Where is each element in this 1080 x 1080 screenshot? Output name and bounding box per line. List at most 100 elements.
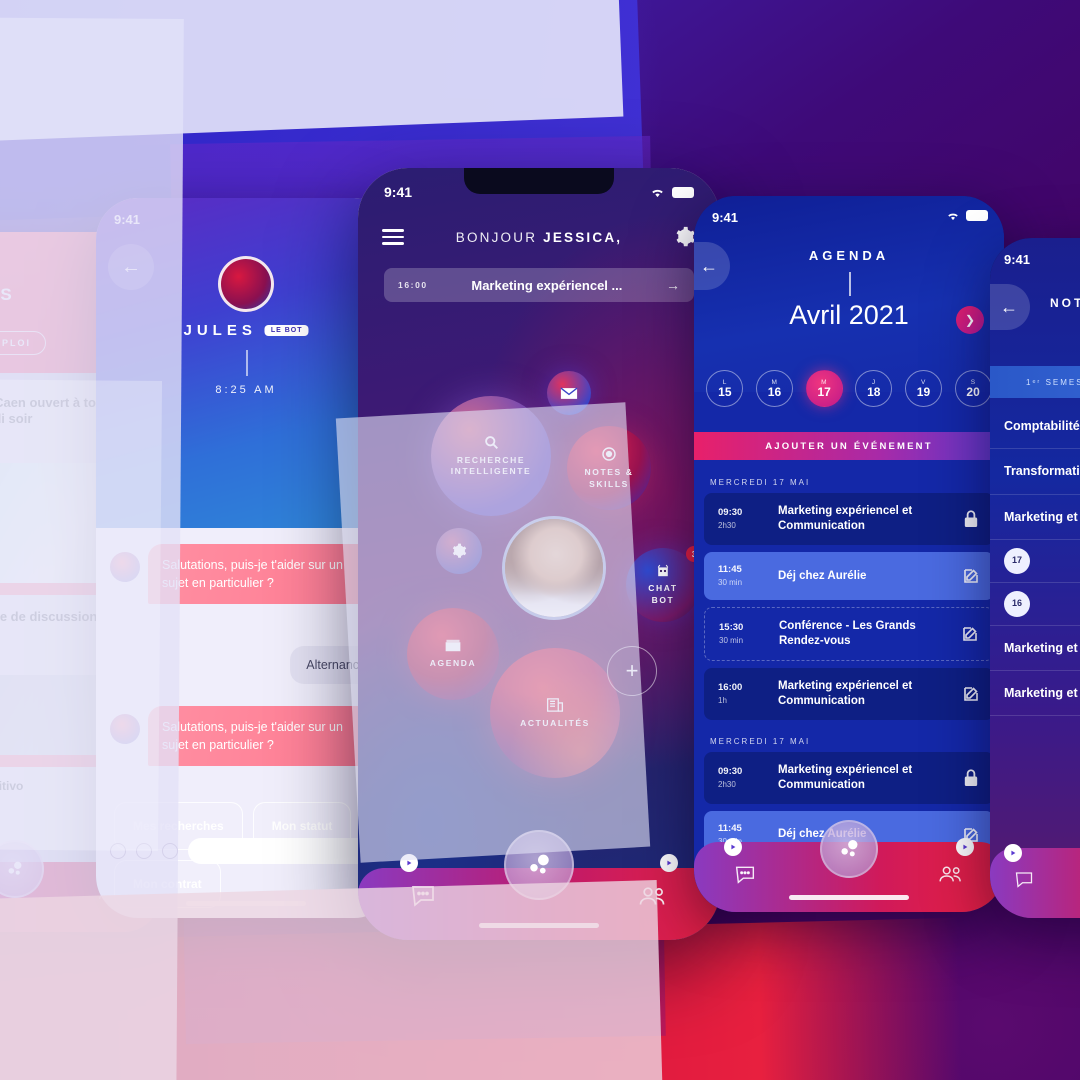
nav-people-icon[interactable] (938, 864, 964, 889)
bubble-profile-avatar[interactable] (502, 516, 606, 620)
bubble-label-line1: RECHERCHE (456, 454, 526, 465)
day-16[interactable]: M 16 (755, 370, 793, 407)
divider (246, 350, 248, 376)
battery-icon (672, 186, 694, 198)
list-item[interactable]: 17 (990, 540, 1080, 583)
nav-dot-right[interactable] (956, 838, 974, 856)
list-item[interactable]: 16 (990, 583, 1080, 626)
day-15[interactable]: L 15 (706, 370, 744, 407)
arrow-right-icon[interactable]: → (666, 277, 680, 293)
back-button[interactable]: ← (990, 284, 1030, 330)
bubble-settings[interactable] (436, 528, 482, 574)
nav-chat-icon[interactable] (1014, 870, 1034, 893)
bottom-nav (990, 844, 1080, 918)
back-button[interactable]: ← (108, 244, 154, 290)
phone-chat: 9:41 ◕ ▮▮ ← JULES LE BOT 8:25 AM Salutat… (96, 198, 396, 918)
list-item[interactable]: Marketing et Communication (990, 495, 1080, 540)
table-row[interactable]: 09:30 2h30 Marketing expériencel et Comm… (704, 751, 994, 804)
list-item[interactable]: Comptabilité & Finance (990, 404, 1080, 450)
day-19[interactable]: V 19 (904, 370, 942, 407)
nav-people-icon[interactable] (638, 885, 668, 912)
contact-avatar (218, 256, 274, 312)
event-start: 16:00 (718, 681, 743, 693)
day-letter: L (722, 378, 727, 386)
nav-center-bubbles-icon[interactable] (504, 830, 574, 900)
event-title: Marketing expériencel et Communication (778, 763, 913, 791)
bubbles-logo-icon (530, 854, 549, 874)
bubble-label-line1: ACTUALITÉS (520, 717, 590, 728)
app-header: BONJOUR JESSICA, (358, 226, 720, 248)
edit-icon[interactable] (962, 567, 980, 585)
bubble-label-line2: INTELLIGENTE (450, 466, 532, 476)
table-row[interactable]: 16:00 1h Marketing expériencel et Commun… (704, 668, 994, 720)
status-time: 9:41 (384, 184, 413, 200)
bottom-nav (358, 830, 720, 940)
page-title: NOTES (1050, 296, 1080, 310)
search-pill-time: 16:00 (398, 280, 428, 290)
edit-icon[interactable] (961, 625, 979, 643)
nav-chat-icon[interactable] (734, 864, 756, 889)
greeting-hello: BONJOUR (455, 229, 538, 245)
list-item[interactable]: Marketing et Communication (990, 671, 1080, 717)
add-event-button[interactable]: AJOUTER UN ÉVÉNEMENT (694, 432, 1004, 460)
day-17-selected[interactable]: M 17 (805, 370, 843, 407)
event-time: 09:30 2h30 (718, 765, 768, 791)
bot-avatar (110, 552, 140, 582)
edit-icon[interactable] (962, 685, 980, 703)
contact-badge: LE BOT (264, 325, 309, 336)
next-month-button[interactable]: ❯ (956, 306, 984, 334)
day-number: 16 (767, 384, 782, 399)
list-item[interactable]: Marketing et Communication (990, 626, 1080, 671)
calendar-icon (445, 640, 461, 652)
bubble-actualites[interactable]: ACTUALITÉS (490, 648, 620, 778)
nav-dot-left[interactable] (1004, 844, 1022, 862)
chat-timestamp: 8:25 AM (215, 384, 277, 396)
day-number: 20 (966, 384, 980, 399)
status-time: 9:41 (712, 210, 739, 225)
list-item[interactable]: Transformation Digitale (990, 449, 1080, 495)
bubble-mail[interactable] (547, 371, 591, 415)
list-container[interactable]: Comptabilité & Finance Transformation Di… (990, 404, 1080, 717)
event-start: 09:30 (718, 506, 743, 518)
day-18[interactable]: J 18 (855, 370, 893, 407)
bubble-notes-skills[interactable]: NOTES & SKILLS (567, 426, 651, 510)
filter-chip-emploi[interactable]: EMPLOI (0, 331, 47, 355)
lock-icon[interactable] (962, 768, 980, 788)
gear-icon[interactable] (674, 226, 696, 248)
attachment-icon[interactable] (136, 843, 152, 859)
day-section-label: MERCREDI 17 MAI (710, 736, 811, 746)
bubble-label-line1: AGENDA (429, 658, 477, 669)
target-icon (602, 447, 616, 461)
nav-dot-left[interactable] (400, 854, 418, 872)
chat-hero: 9:41 ◕ ▮▮ ← JULES LE BOT 8:25 AM (96, 198, 396, 528)
table-row[interactable]: 15:30 30 min Conférence - Les Grands Ren… (704, 607, 994, 661)
bubble-chat-bot[interactable]: CHAT BOT 3 (626, 546, 702, 622)
hamburger-icon[interactable] (382, 229, 404, 245)
contact-name-row: JULES LE BOT (183, 322, 309, 339)
day-letter: M (771, 378, 778, 386)
event-time: 16:00 1h (718, 681, 768, 707)
lock-icon[interactable] (962, 509, 980, 529)
day-letter: S (970, 378, 976, 386)
table-row[interactable]: 11:45 30 min Déj chez Aurélie (704, 551, 994, 601)
camera-icon[interactable] (162, 843, 178, 859)
nav-dot-left[interactable] (724, 838, 742, 856)
bubble-label-line1: NOTES & (584, 467, 634, 478)
search-pill[interactable]: 16:00 Marketing expériencel ... → (384, 268, 694, 302)
bubble-recherche-intelligente[interactable]: RECHERCHE INTELLIGENTE (431, 396, 551, 516)
day-20[interactable]: S 20 (954, 370, 992, 407)
nav-center-bubbles-icon[interactable] (820, 820, 878, 878)
bubble-agenda[interactable]: AGENDA (407, 608, 499, 700)
day-section-label: MERCREDI 17 MAI (710, 478, 811, 487)
greeting: BONJOUR JESSICA, (456, 230, 622, 245)
emoji-icon[interactable] (110, 843, 126, 859)
bubble-add-button[interactable]: + (607, 646, 657, 696)
bottom-nav (694, 820, 1004, 912)
chat-input-field[interactable] (188, 838, 382, 864)
day-number: 19 (916, 384, 931, 399)
magnifier-icon (484, 435, 498, 449)
home-indicator (789, 895, 909, 900)
table-row[interactable]: 09:30 2h30 Marketing expériencel et Comm… (704, 493, 994, 545)
nav-chat-icon[interactable] (410, 883, 436, 912)
nav-dot-right[interactable] (660, 854, 678, 872)
